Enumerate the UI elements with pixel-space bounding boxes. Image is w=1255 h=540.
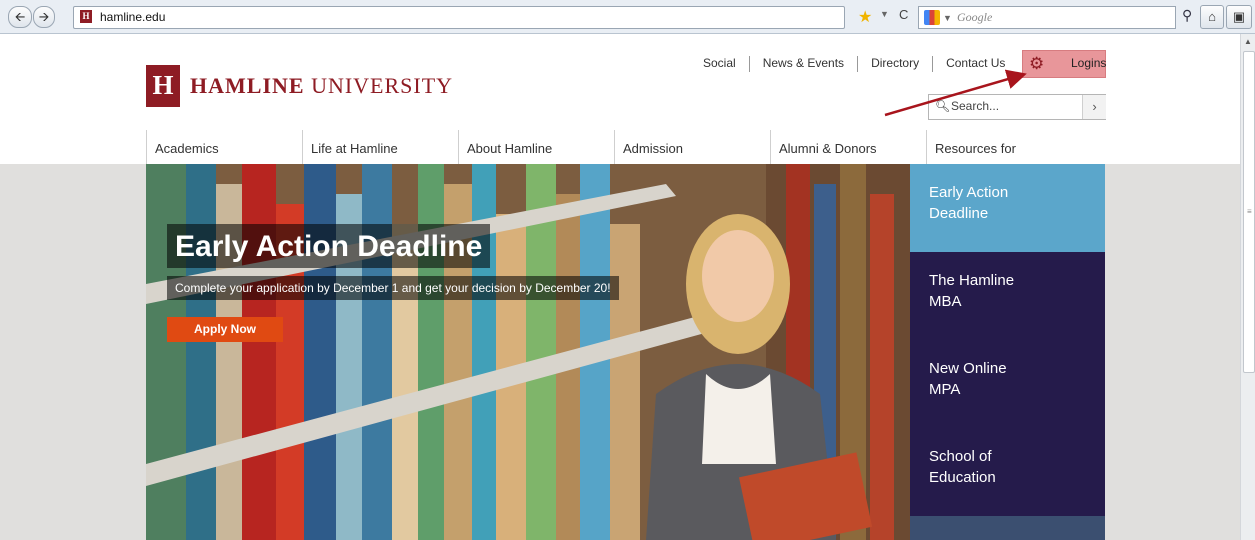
back-arrow-icon: 🡨 <box>14 9 26 24</box>
logo-word-hamline: HAMLINE <box>190 73 305 98</box>
hero-title: Early Action Deadline <box>167 224 491 268</box>
engine-dropdown-icon[interactable]: ▼ <box>943 13 952 23</box>
nav-admission[interactable]: Admission <box>614 130 770 164</box>
utility-link-contact[interactable]: Contact Us <box>932 56 1018 72</box>
library-photo <box>146 164 910 540</box>
hero-subtitle: Complete your application by December 1 … <box>167 276 619 300</box>
hero-image[interactable] <box>146 164 910 540</box>
forward-arrow-icon: 🡪 <box>38 9 50 24</box>
browser-toolbar: 🡨 🡪 H hamline.edu ★ ▼ C ▼ Google ⚲ ⌂ ▣ <box>0 0 1255 34</box>
hamline-logo[interactable]: H HAMLINE UNIVERSITY <box>146 65 476 109</box>
back-button[interactable]: 🡨 <box>8 6 32 28</box>
addons-icon: ▣ <box>1232 9 1246 24</box>
search-submit-button[interactable]: › <box>1082 95 1106 119</box>
promo-school-of-education[interactable]: School of Education <box>910 428 1105 516</box>
main-nav: Academics Life at Hamline About Hamline … <box>146 130 1106 164</box>
history-dropdown-icon[interactable]: ▼ <box>880 9 889 19</box>
promo-label: School of Education <box>929 448 996 486</box>
home-button[interactable]: ⌂ <box>1200 5 1224 29</box>
promo-next[interactable] <box>910 516 1105 540</box>
utility-nav: Social News & Events Directory Contact U… <box>690 56 1018 72</box>
utility-link-news-events[interactable]: News & Events <box>748 56 857 72</box>
promo-label: New Online MPA <box>929 360 1007 398</box>
nav-academics[interactable]: Academics <box>146 130 302 164</box>
promo-label: Early Action Deadline <box>929 184 1009 222</box>
scrollbar-thumb[interactable]: ≡ <box>1243 51 1255 373</box>
search-icon: 🔍︎ <box>935 99 951 113</box>
nav-life-at-hamline[interactable]: Life at Hamline <box>302 130 458 164</box>
logo-word-university: UNIVERSITY <box>311 73 454 98</box>
browser-search-placeholder[interactable]: Google <box>957 10 992 25</box>
site-favicon-icon: H <box>80 10 92 23</box>
browser-search-box[interactable]: ▼ Google <box>918 6 1176 29</box>
utility-link-social[interactable]: Social <box>690 56 749 72</box>
addons-button[interactable]: ▣ <box>1226 5 1252 29</box>
url-text[interactable]: hamline.edu <box>100 10 165 24</box>
promo-label: The Hamline MBA <box>929 272 1015 310</box>
logo-mark: H <box>146 65 180 107</box>
gear-icon: ⚙ <box>1029 54 1045 73</box>
search-input[interactable] <box>951 97 1079 115</box>
utility-link-directory[interactable]: Directory <box>857 56 932 72</box>
magnifier-icon[interactable]: ⚲ <box>1182 7 1192 24</box>
nav-alumni-donors[interactable]: Alumni & Donors <box>770 130 926 164</box>
home-icon: ⌂ <box>1208 9 1216 24</box>
nav-resources-for[interactable]: Resources for <box>926 130 1082 164</box>
address-bar[interactable]: H hamline.edu <box>73 6 845 29</box>
reload-icon[interactable]: C <box>899 7 908 22</box>
bookmark-star-icon[interactable]: ★ <box>858 7 872 27</box>
site-search: 🔍︎ › <box>928 94 1106 120</box>
promo-hamline-mba[interactable]: The Hamline MBA <box>910 252 1105 340</box>
logins-button[interactable]: ⚙ Logins <box>1022 50 1106 78</box>
scroll-up-icon[interactable]: ▲ <box>1244 37 1252 46</box>
page-scrollbar[interactable]: ▲ ≡ <box>1240 34 1255 540</box>
nav-about-hamline[interactable]: About Hamline <box>458 130 614 164</box>
promo-early-action[interactable]: Early Action Deadline <box>910 164 1105 252</box>
logo-wordmark: HAMLINE UNIVERSITY <box>190 73 453 99</box>
forward-button[interactable]: 🡪 <box>33 6 55 28</box>
grip-icon: ≡ <box>1247 207 1252 216</box>
promo-panel: Early Action Deadline The Hamline MBA Ne… <box>910 164 1105 540</box>
google-engine-icon[interactable] <box>924 10 940 25</box>
promo-online-mpa[interactable]: New Online MPA <box>910 340 1105 428</box>
apply-now-button[interactable]: Apply Now <box>167 317 283 342</box>
logins-label: Logins <box>1071 56 1107 70</box>
